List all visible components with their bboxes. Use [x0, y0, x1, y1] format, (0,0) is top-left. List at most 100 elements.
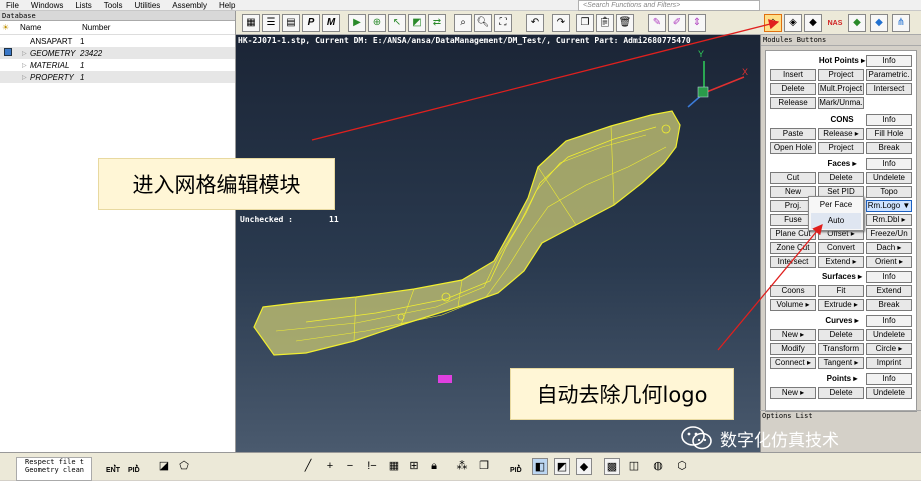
curves-modify-button[interactable]: Modify — [770, 343, 816, 355]
search-input[interactable]: <Search Functions and Filters> — [578, 0, 760, 11]
curves-info-button[interactable]: Info — [866, 315, 912, 327]
faces-orient-button[interactable]: Orient ▸ — [866, 256, 912, 268]
hotpoints-delete-button[interactable]: Delete — [770, 83, 816, 95]
surfaces-info-button[interactable]: Info — [866, 271, 912, 283]
part-geometry[interactable] — [253, 110, 681, 356]
faces-undelete-button[interactable]: Undelete — [866, 172, 912, 184]
expand-icon[interactable]: ▷ — [22, 50, 30, 57]
faces-info-button[interactable]: Info — [866, 158, 912, 170]
tree-row-material[interactable]: ▷ MATERIAL 1 — [0, 59, 235, 71]
hotpoints-insert-button[interactable]: Insert — [770, 69, 816, 81]
grid-icon[interactable]: ▦ — [242, 14, 260, 32]
hotpoints-intersect-button[interactable]: Intersect — [866, 83, 912, 95]
points-undelete-button[interactable]: Undelete — [866, 387, 912, 399]
nas-icon[interactable]: NAS — [826, 14, 844, 32]
faces-convert-button[interactable]: Convert — [818, 242, 864, 254]
select-icon[interactable]: ◩ — [408, 14, 426, 32]
surfaces-break-button[interactable]: Break — [866, 299, 912, 311]
points-new-button[interactable]: New ▸ — [770, 387, 816, 399]
add-icon[interactable]: ⊕ — [368, 14, 386, 32]
menu-utilities[interactable]: Utilities — [128, 0, 166, 11]
curves-connect-button[interactable]: Connect ▸ — [770, 357, 816, 369]
not-icon[interactable]: !− — [364, 458, 380, 475]
toggle-icon[interactable]: ⇄ — [428, 14, 446, 32]
column-number[interactable]: Number — [82, 23, 110, 32]
shape-icon[interactable]: ⬠ — [176, 458, 192, 475]
delete-icon[interactable]: 🗑︎ — [616, 14, 634, 32]
popup-auto[interactable]: Auto — [811, 213, 861, 229]
align-icon[interactable]: ⇕ — [688, 14, 706, 32]
points-delete-button[interactable]: Delete — [818, 387, 864, 399]
expand-icon[interactable]: ▷ — [22, 74, 30, 81]
table-icon[interactable]: ▤ — [282, 14, 300, 32]
menu-tools[interactable]: Tools — [98, 0, 129, 11]
network-icon[interactable]: ⋔ — [892, 14, 910, 32]
cube-icon[interactable]: ◫ — [626, 458, 642, 475]
logo-fragment[interactable] — [438, 375, 452, 383]
cons-break-button[interactable]: Break — [866, 142, 912, 154]
mesh-cube-icon[interactable]: ▩ — [604, 458, 620, 475]
hotpoints-release-button[interactable]: Release — [770, 97, 816, 109]
shell-mesh-icon[interactable]: ◈ — [784, 14, 802, 32]
curves-delete-button[interactable]: Delete — [818, 329, 864, 341]
hotpoints-info-button[interactable]: Info — [866, 55, 912, 67]
globe-icon[interactable]: ◍ — [650, 458, 666, 475]
faces-dach-button[interactable]: Dach ▸ — [866, 242, 912, 254]
volume-mesh-icon[interactable]: ◆ — [804, 14, 822, 32]
pointer-icon[interactable]: ↖ — [388, 14, 406, 32]
plus-icon[interactable]: + — [322, 458, 338, 475]
faces-cut-button[interactable]: Cut — [770, 172, 816, 184]
line-tool-icon[interactable]: ╱ — [300, 458, 316, 475]
wire-cube-icon[interactable]: ◩ — [554, 458, 570, 475]
cons-open-hole-button[interactable]: Open Hole — [770, 142, 816, 154]
node-icon[interactable]: ⁂ — [454, 458, 470, 475]
cons-project-button[interactable]: Project — [818, 142, 864, 154]
popup-per-face[interactable]: Per Face — [809, 197, 863, 213]
curves-new-button[interactable]: New ▸ — [770, 329, 816, 341]
surfaces-volume-button[interactable]: Volume ▸ — [770, 299, 816, 311]
box-icon[interactable]: ◪ — [156, 458, 172, 475]
undo-icon[interactable]: ↶ — [526, 14, 544, 32]
faces-zone-cut-button[interactable]: Zone Cut — [770, 242, 816, 254]
settings-cube-icon[interactable]: ⬡ — [674, 458, 690, 475]
faces-rm-dbl-button[interactable]: Rm.Dbl ▸ — [866, 214, 912, 226]
menu-lists[interactable]: Lists — [69, 0, 97, 11]
curves-imprint-button[interactable]: Imprint — [866, 357, 912, 369]
faces-rm-logo-button[interactable]: Rm.Logo ▼ — [866, 200, 912, 212]
hotpoints-mult-project-button[interactable]: Mult.Project — [818, 83, 864, 95]
tree-row-property[interactable]: ▷ PROPERTY 1 — [0, 71, 235, 83]
faces-delete-button[interactable]: Delete — [818, 172, 864, 184]
menu-assembly[interactable]: Assembly — [166, 0, 213, 11]
tree-row-ansapart[interactable]: ANSAPART 1 — [0, 35, 235, 47]
menu-help[interactable]: Help — [213, 0, 241, 11]
hotpoints-project-button[interactable]: Project — [818, 69, 864, 81]
shaded-cube-icon[interactable]: ◧ — [532, 458, 548, 475]
curves-circle-button[interactable]: Circle ▸ — [866, 343, 912, 355]
faces-topo-button[interactable]: Topo — [866, 186, 912, 198]
copy-icon[interactable]: ❐ — [576, 14, 594, 32]
surfaces-coons-button[interactable]: Coons — [770, 285, 816, 297]
list-icon[interactable]: ☰ — [262, 14, 280, 32]
column-name[interactable]: Name — [20, 23, 82, 32]
edit-icon[interactable]: ✐ — [668, 14, 686, 32]
material-icon[interactable]: M — [322, 14, 340, 32]
paste-icon[interactable]: 📋︎ — [596, 14, 614, 32]
layer-icon[interactable]: ◆ — [870, 14, 888, 32]
hotpoints-parametric-button[interactable]: Parametric. — [866, 69, 912, 81]
cons-paste-button[interactable]: Paste — [770, 128, 816, 140]
bulb-icon[interactable]: ☀ — [0, 23, 14, 32]
grid-select-icon[interactable]: ▦ — [386, 458, 402, 475]
surfaces-extend-button[interactable]: Extend — [866, 285, 912, 297]
hotpoints-mark-unma-button[interactable]: Mark/Unma. — [818, 97, 864, 109]
surfaces-extrude-button[interactable]: Extrude ▸ — [818, 299, 864, 311]
minus-icon[interactable]: − — [342, 458, 358, 475]
curves-undelete-button[interactable]: Undelete — [866, 329, 912, 341]
visibility-checkbox[interactable] — [4, 48, 12, 56]
menu-windows[interactable]: Windows — [25, 0, 69, 11]
faces-freeze-un-button[interactable]: Freeze/Un — [866, 228, 912, 240]
faces-intersect-button[interactable]: Intersect — [770, 256, 816, 268]
fit-icon[interactable]: ⛶ — [494, 14, 512, 32]
zoom-icon[interactable]: 🔍︎ — [474, 14, 492, 32]
cons-release-button[interactable]: Release ▸ — [818, 128, 864, 140]
mesh-module-icon[interactable]: ◇ — [764, 14, 782, 32]
